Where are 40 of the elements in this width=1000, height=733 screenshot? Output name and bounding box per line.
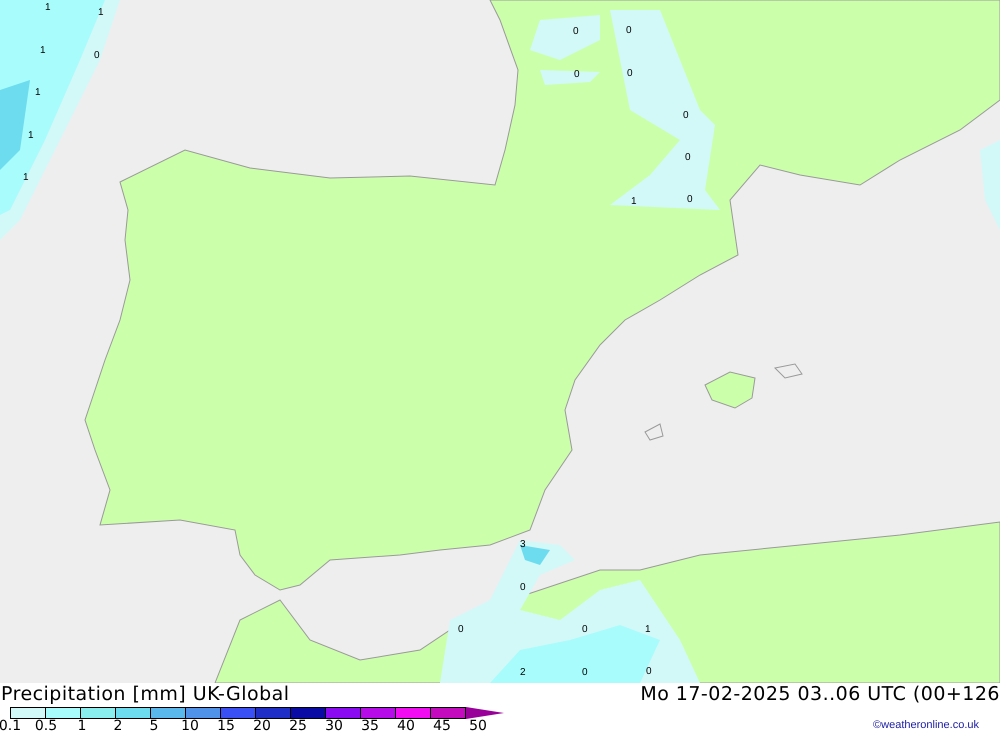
- legend-tick-label: 30: [325, 719, 343, 733]
- legend-tick-label: 45: [433, 719, 451, 733]
- precipitation-value: 1: [28, 131, 34, 141]
- legend-tick-label: 0.1: [0, 719, 22, 733]
- legend-tick-label: 20: [253, 719, 271, 733]
- precipitation-value: 1: [645, 625, 651, 635]
- legend-tick-label: 40: [397, 719, 415, 733]
- precipitation-value: 0: [685, 153, 691, 163]
- legend-tick-label: 50: [469, 719, 487, 733]
- legend-tick-label: 2: [114, 719, 122, 733]
- precipitation-value: 0: [574, 70, 580, 80]
- precipitation-value: 1: [40, 46, 46, 56]
- precipitation-value: 1: [45, 3, 51, 13]
- precipitation-value: 0: [582, 625, 588, 635]
- valid-time: Mo 17-02-2025 03..06 UTC (00+126: [640, 683, 1000, 705]
- precipitation-value: 3: [520, 540, 526, 550]
- precipitation-value: 1: [631, 197, 637, 207]
- legend-tick-label: 10: [181, 719, 199, 733]
- copyright-link[interactable]: ©weatheronline.co.uk: [873, 720, 979, 731]
- precipitation-value: 0: [627, 69, 633, 79]
- legend-tick-label: 0.5: [34, 719, 58, 733]
- legend-tick-label: 25: [289, 719, 307, 733]
- precipitation-value: 0: [626, 26, 632, 36]
- precipitation-value: 1: [98, 8, 104, 18]
- precipitation-value: 0: [520, 583, 526, 593]
- legend-tick-label: 15: [217, 719, 235, 733]
- legend-tick-label: 5: [150, 719, 158, 733]
- precipitation-value: 0: [687, 195, 693, 205]
- precipitation-value: 0: [573, 27, 579, 37]
- legend-tick-label: 35: [361, 719, 379, 733]
- map-title: Precipitation [mm] UK-Global: [0, 683, 290, 705]
- precipitation-value: 0: [458, 625, 464, 635]
- precipitation-value: 2: [520, 668, 526, 678]
- precipitation-value: 1: [23, 173, 29, 183]
- precipitation-value: 0: [94, 51, 100, 61]
- precipitation-value: 0: [646, 667, 652, 677]
- precipitation-value: 1: [35, 88, 41, 98]
- legend-tick-label: 1: [78, 719, 86, 733]
- precipitation-value: 0: [683, 111, 689, 121]
- precipitation-value: 0: [582, 668, 588, 678]
